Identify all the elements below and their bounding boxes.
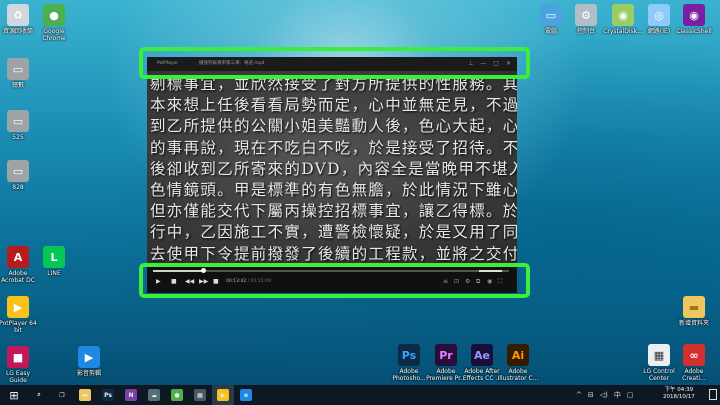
taskbar-item[interactable]: ▦ [189, 385, 211, 405]
highlight-control-bar [139, 263, 530, 298]
subtitle-line: 本來想上任後看看局勢而定，心中並無定見，不過當傾 [150, 96, 517, 115]
drive-icon: ▭ [7, 110, 29, 132]
video-area[interactable]: 剔標事宜，並欣然接受了對方所提供的性服務。其實 本來想上任後看看局勢而定，心中並無… [147, 71, 517, 263]
network-icon: ◎ [648, 4, 670, 26]
network-icon[interactable]: ⊟ [588, 391, 594, 399]
desktop-icon-label: PotPlayer 64 bit [0, 320, 37, 334]
taskbar-item[interactable]: ☁ [143, 385, 165, 405]
clock[interactable]: 下午 04:39 2018/10/17 [663, 387, 695, 401]
input-icon[interactable]: ▢ [627, 391, 634, 399]
desktop-icon-label: Adobe Illustrator C... [497, 368, 539, 382]
drive-icon: ▭ [7, 58, 29, 80]
recycle-bin-icon: ♻ [7, 4, 29, 26]
start-button[interactable]: ⊞ [0, 385, 28, 405]
clock-time: 下午 04:39 [664, 387, 694, 393]
task-view-icon: ❐ [59, 391, 65, 399]
taskbar: ⊞ ⌕ ❐ ▬ Ps N ☁ ● ▦ ▶ e ^ ⊟ ◁) 中 ▢ 下午 04:39 2018/1… [0, 385, 720, 405]
desktop-icon-label: LG Easy Guide [5, 370, 31, 384]
edge-icon: e [240, 389, 252, 401]
system-tray: ^ ⊟ ◁) 中 ▢ [576, 385, 634, 405]
taskbar-item[interactable]: N [120, 385, 142, 405]
chrome-taskbar-icon: ● [171, 389, 183, 401]
notification-center-icon[interactable] [709, 389, 717, 400]
drive-icon: ▭ [7, 160, 29, 182]
crystaldisk-icon: ◉ [612, 4, 634, 26]
folder-icon: ▬ [683, 296, 705, 318]
desktop-icon-label: Adobe Creati... [682, 368, 706, 382]
potplayer-window: PotPlayer 播放列表清单第三课：奇迹.mp4 ⊥ — □ ✕ 剔標事宜，… [147, 57, 517, 293]
taskbar-item[interactable]: ▶ [212, 385, 234, 405]
creative-cloud-icon: ∞ [683, 344, 705, 366]
video-editor-icon: ▶ [78, 346, 100, 368]
taskbar-item[interactable]: ▬ [74, 385, 96, 405]
after-effects-icon: Ae [471, 344, 493, 366]
windows-icon: ⊞ [9, 388, 19, 402]
desktop-icon-label: 828 [12, 184, 24, 191]
search-icon: ⌕ [37, 391, 41, 398]
taskbar-item[interactable]: ❐ [51, 385, 73, 405]
desktop-icon-label: ClassicShell [676, 28, 712, 35]
lg-control-icon: ▦ [648, 344, 670, 366]
highlight-title-bar [139, 47, 530, 79]
computer-icon: ▭ [540, 4, 562, 26]
desktop-icon-potplayer[interactable]: ▶ PotPlayer 64 bit [0, 296, 44, 334]
potplayer-taskbar-icon: ▶ [217, 389, 229, 401]
classicshell-icon: ◉ [683, 4, 705, 26]
subtitle-line: 去使甲下令提前撥發了後續的工程款，並將之交付給轄 [150, 244, 517, 263]
desktop-icon-drive[interactable]: ▭ 828 [0, 160, 44, 191]
control-panel-icon: ⚙ [575, 4, 597, 26]
desktop-icon-label: 新增資料夾 [678, 320, 709, 327]
tray-arrow-icon[interactable]: ^ [576, 391, 582, 399]
desktop-icon-label: LINE [47, 270, 61, 277]
onenote-icon: N [125, 389, 137, 401]
taskbar-item[interactable]: e [235, 385, 257, 405]
subtitle-line: 行中，乙因施工不實，遭警檢懷疑，於是又用了同樣的 [150, 223, 517, 242]
taskbar-item[interactable]: Ps [97, 385, 119, 405]
chrome-icon: ● [43, 4, 65, 26]
line-icon: L [43, 246, 65, 268]
file-explorer-icon: ▬ [79, 389, 91, 401]
calculator-icon: ▦ [194, 389, 206, 401]
illustrator-icon: Ai [507, 344, 529, 366]
subtitle-line: 後卻收到乙所寄來的DVD，內容全是當晚甲不堪入目的 [150, 159, 517, 178]
subtitle-line: 到乙所提供的公關小姐美豔動人後，色心大起，心想以 [150, 117, 517, 136]
clock-date: 2018/10/17 [663, 394, 695, 400]
desktop-icon-illustrator[interactable]: Ai Adobe Illustrator C... [492, 344, 544, 382]
potplayer-icon: ▶ [7, 296, 29, 318]
desktop-icon-drive[interactable]: ▭ 525 [0, 110, 44, 141]
volume-icon[interactable]: ◁) [600, 391, 608, 399]
subtitle-line: 色情鏡頭。甲是標準的有色無膽，於此情況下雖心生不 [150, 181, 517, 199]
premiere-icon: Pr [435, 344, 457, 366]
desktop-icon-classicshell[interactable]: ◉ ClassicShell [668, 4, 720, 35]
subtitle-line: 但亦僅能交代下屬丙操控招標事宜，讓乙得標。於工程 [150, 202, 517, 221]
desktop-icon-label: Google Chrome [42, 28, 66, 42]
photoshop-icon: Ps [398, 344, 420, 366]
taskbar-item[interactable]: ⌕ [28, 385, 50, 405]
cloud-icon: ☁ [148, 389, 160, 401]
ime-indicator[interactable]: 中 [614, 390, 621, 400]
desktop-icon-lg-guide[interactable]: ■ LG Easy Guide [0, 346, 44, 384]
desktop-icon-folder[interactable]: ▬ 新增資料夾 [668, 296, 720, 327]
desktop-icon-label: 影音剪輯 [76, 370, 101, 377]
lg-guide-icon: ■ [7, 346, 29, 368]
desktop-icon-line[interactable]: L LINE [28, 246, 80, 277]
desktop-icon-label: 525 [12, 134, 24, 141]
photoshop-taskbar-icon: Ps [102, 389, 114, 401]
desktop-icon-label: 總數 [11, 82, 24, 89]
acrobat-icon: A [7, 246, 29, 268]
desktop-icon-video-editor[interactable]: ▶ 影音剪輯 [63, 346, 115, 377]
desktop-icon-chrome[interactable]: ● Google Chrome [28, 4, 80, 42]
taskbar-item[interactable]: ● [166, 385, 188, 405]
desktop-icon-creative-cloud[interactable]: ∞ Adobe Creati... [668, 344, 720, 382]
subtitle-line: 的事再說，現在不吃白不吃，於是接受了招待。不料上 [150, 138, 517, 157]
desktop-icon-drive[interactable]: ▭ 總數 [0, 58, 44, 89]
